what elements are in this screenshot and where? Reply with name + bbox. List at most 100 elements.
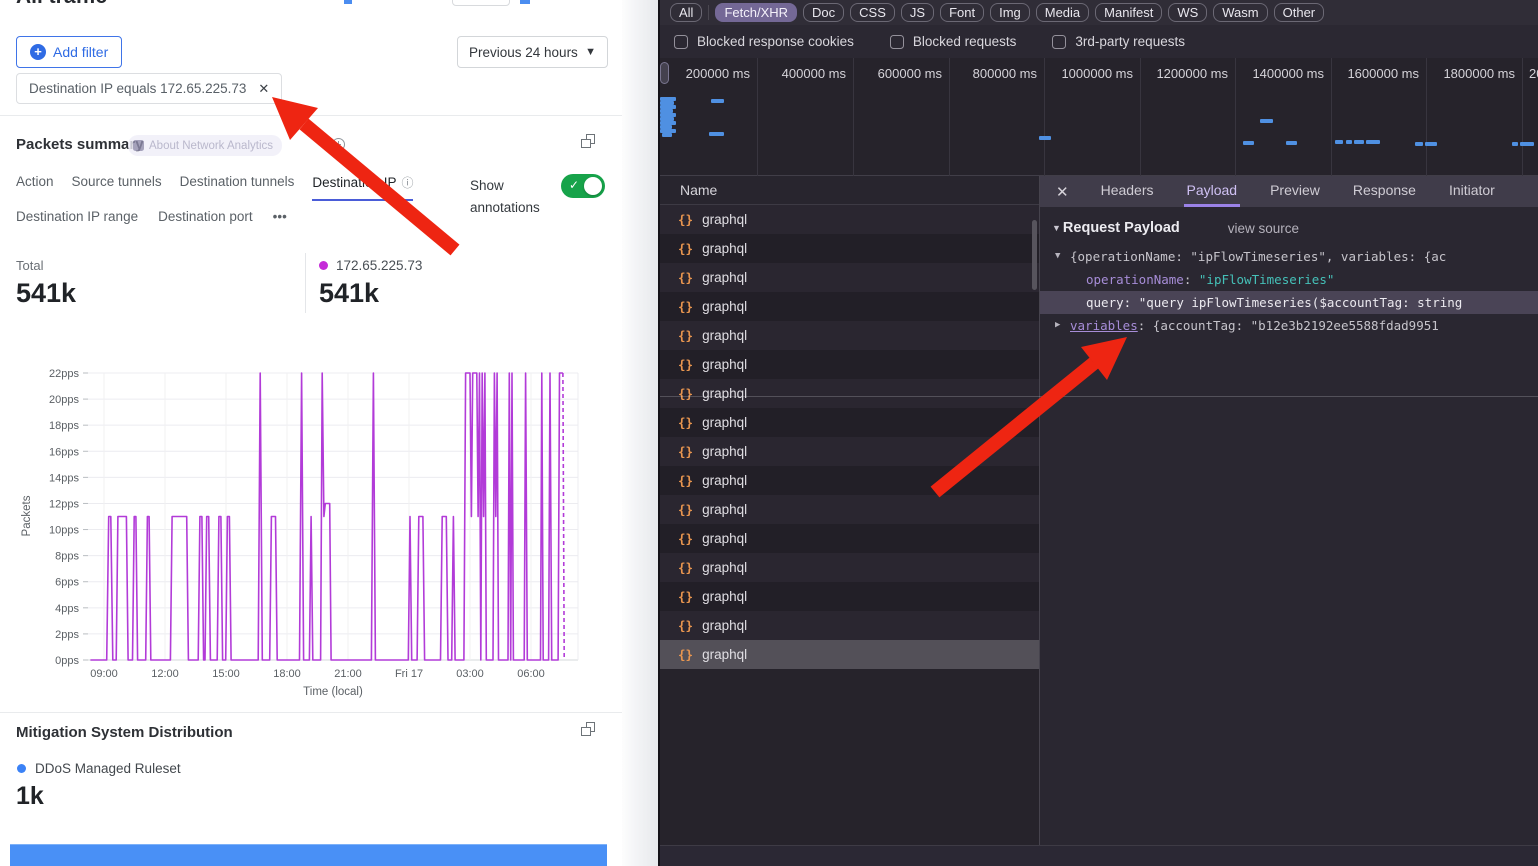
triangle-right-icon[interactable]: ▶ xyxy=(1055,314,1060,337)
request-timing-bar xyxy=(1512,142,1518,146)
details-tab-preview[interactable]: Preview xyxy=(1267,176,1323,207)
details-tab-headers[interactable]: Headers xyxy=(1098,176,1157,207)
details-tab-payload[interactable]: Payload xyxy=(1184,176,1241,207)
expand-card-icon[interactable] xyxy=(581,134,595,148)
request-row[interactable]: {}graphql xyxy=(660,553,1039,582)
check-icon: ✓ xyxy=(569,178,579,192)
triangle-down-icon[interactable]: ▼ xyxy=(1055,245,1060,268)
json-braces-icon: {} xyxy=(678,560,693,575)
checkbox-blocked-response-cookies[interactable]: Blocked response cookies xyxy=(674,34,854,49)
filter-pill-doc[interactable]: Doc xyxy=(803,3,844,22)
request-row[interactable]: {}graphql xyxy=(660,524,1039,553)
close-icon[interactable]: ✕ xyxy=(1056,183,1069,201)
tab-destination-ip-range[interactable]: Destination IP range xyxy=(16,209,138,224)
close-icon[interactable]: ✕ xyxy=(258,81,269,97)
request-filter-checkboxes: Blocked response cookies Blocked requests… xyxy=(660,25,1538,58)
filter-pill-manifest[interactable]: Manifest xyxy=(1095,3,1162,22)
request-row[interactable]: {}graphql xyxy=(660,292,1039,321)
details-tab-response[interactable]: Response xyxy=(1350,176,1419,207)
request-timing-bar xyxy=(1520,142,1534,146)
info-icon[interactable]: ⓘ xyxy=(401,176,413,190)
about-network-analytics-badge[interactable]: About Network Analytics xyxy=(128,135,282,156)
checkbox-box[interactable] xyxy=(890,35,904,49)
network-overview-timeline[interactable]: 200000 ms400000 ms600000 ms800000 ms1000… xyxy=(660,58,1538,176)
request-row[interactable]: {}graphql xyxy=(660,234,1039,263)
devtools-statusbar xyxy=(660,845,1538,866)
filter-pill-font[interactable]: Font xyxy=(940,3,984,22)
divider xyxy=(0,712,622,713)
filter-pill-js[interactable]: JS xyxy=(901,3,934,22)
filter-pill-all[interactable]: All xyxy=(670,3,702,22)
filter-pill-css[interactable]: CSS xyxy=(850,3,895,22)
request-row[interactable]: {}graphql xyxy=(660,379,1039,408)
view-source-link[interactable]: view source xyxy=(1228,221,1299,236)
filter-pill-wasm[interactable]: Wasm xyxy=(1213,3,1267,22)
details-tab-initiator[interactable]: Initiator xyxy=(1446,176,1498,207)
filter-pill-fetch-xhr[interactable]: Fetch/XHR xyxy=(715,3,797,22)
clipped-blue-fragment xyxy=(344,0,352,4)
request-row[interactable]: {}graphql xyxy=(660,408,1039,437)
svg-text:18pps: 18pps xyxy=(49,420,79,432)
checkbox-3rd-party-requests[interactable]: 3rd-party requests xyxy=(1052,34,1185,49)
filter-pill-img[interactable]: Img xyxy=(990,3,1030,22)
timeline-tick-label: 1400000 ms xyxy=(1252,66,1324,81)
request-row[interactable]: {}graphql xyxy=(660,350,1039,379)
scrollbar-thumb[interactable] xyxy=(1032,220,1037,290)
payload-line[interactable]: ▶variables: {accountTag: "b12e3b2192ee55… xyxy=(1040,314,1538,337)
mitigation-title: Mitigation System Distribution xyxy=(16,724,233,741)
window-seam xyxy=(660,396,1538,397)
tab-source-tunnels[interactable]: Source tunnels xyxy=(72,174,162,201)
chevron-down-icon: ▼ xyxy=(585,46,596,58)
overview-handle[interactable] xyxy=(660,62,669,84)
filter-chip[interactable]: Destination IP equals 172.65.225.73 ✕ xyxy=(16,73,282,104)
request-row[interactable]: {}graphql xyxy=(660,205,1039,234)
filter-pill-ws[interactable]: WS xyxy=(1168,3,1207,22)
request-row[interactable]: {}graphql xyxy=(660,263,1039,292)
payload-token: : xyxy=(1184,272,1199,287)
payload-line[interactable]: ▼{operationName: "ipFlowTimeseries", var… xyxy=(1040,245,1538,268)
request-name: graphql xyxy=(702,589,747,604)
svg-text:18:00: 18:00 xyxy=(273,668,301,680)
request-timing-bar xyxy=(1286,141,1297,145)
time-range-dropdown[interactable]: Previous 24 hours ▼ xyxy=(457,36,608,68)
request-row[interactable]: {}graphql xyxy=(660,611,1039,640)
filter-pill-media[interactable]: Media xyxy=(1036,3,1089,22)
filter-pill-other[interactable]: Other xyxy=(1274,3,1325,22)
tab-destination-ip[interactable]: Destination IPⓘ xyxy=(312,174,413,201)
timeline-gridline xyxy=(757,58,758,176)
request-row[interactable]: {}graphql xyxy=(660,321,1039,350)
svg-text:Packets: Packets xyxy=(21,495,33,536)
clipped-blue-fragment xyxy=(520,0,530,4)
tab-action[interactable]: Action xyxy=(16,174,54,201)
tab-destination-tunnels[interactable]: Destination tunnels xyxy=(180,174,295,201)
checkbox-blocked-requests[interactable]: Blocked requests xyxy=(890,34,1017,49)
clipped-toolbar-fragment xyxy=(452,0,510,6)
name-column-header[interactable]: Name xyxy=(660,176,1039,205)
expand-card-icon[interactable] xyxy=(581,722,595,736)
checkbox-box[interactable] xyxy=(1052,35,1066,49)
payload-token: : xyxy=(1138,318,1153,333)
json-braces-icon: {} xyxy=(678,647,693,662)
show-annotations-toggle[interactable]: ✓ xyxy=(561,174,605,198)
toggle-knob xyxy=(584,177,602,195)
payload-line[interactable]: operationName: "ipFlowTimeseries" xyxy=(1040,268,1538,291)
packets-timeseries-chart[interactable]: 0pps2pps4pps6pps8pps10pps12pps14pps16pps… xyxy=(0,338,622,710)
triangle-down-icon[interactable]: ▼ xyxy=(1052,223,1061,233)
tab-destination-port[interactable]: Destination port xyxy=(158,209,253,224)
payload-line[interactable]: query: "query ipFlowTimeseries($accountT… xyxy=(1040,291,1538,314)
stat-total: Total 541k xyxy=(16,258,76,309)
request-row[interactable]: {}graphql xyxy=(660,582,1039,611)
tab-•••[interactable]: ••• xyxy=(273,209,287,224)
svg-text:09:00: 09:00 xyxy=(90,668,118,680)
add-filter-button[interactable]: + Add filter xyxy=(16,36,122,68)
request-row[interactable]: {}graphql xyxy=(660,437,1039,466)
request-details-panel: ✕ Headers Payload Preview Response Initiator… xyxy=(1040,176,1538,866)
checkbox-box[interactable] xyxy=(674,35,688,49)
json-braces-icon: {} xyxy=(678,473,693,488)
request-row[interactable]: {}graphql xyxy=(660,640,1039,669)
mitigation-bar xyxy=(10,844,607,866)
screen: All traffic + Add filter Previous 24 hou… xyxy=(0,0,1538,866)
checkbox-label: Blocked response cookies xyxy=(697,34,854,49)
request-row[interactable]: {}graphql xyxy=(660,466,1039,495)
request-row[interactable]: {}graphql xyxy=(660,495,1039,524)
